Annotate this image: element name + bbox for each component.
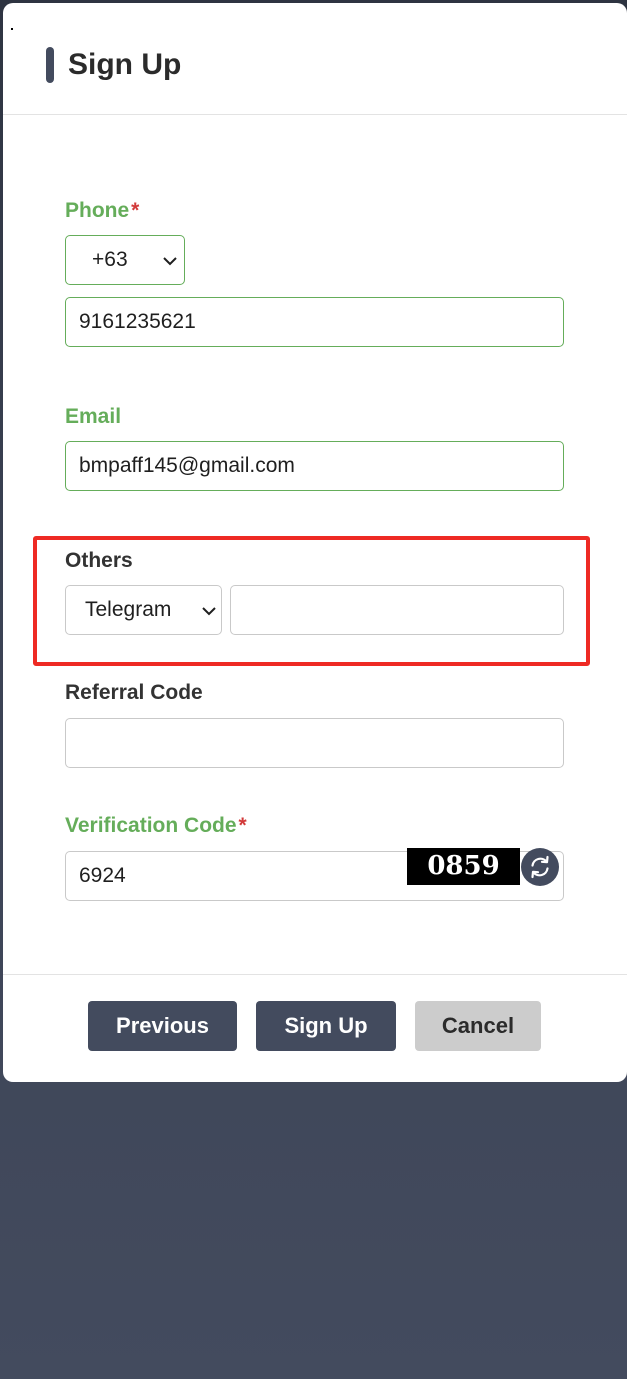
others-type-value: Telegram	[85, 598, 172, 621]
country-code-select[interactable]: +63	[65, 235, 185, 285]
cancel-button[interactable]: Cancel	[415, 1001, 541, 1051]
referral-input[interactable]	[65, 718, 564, 768]
sign-up-button[interactable]: Sign Up	[256, 1001, 396, 1051]
phone-label-text: Phone	[65, 199, 130, 222]
refresh-captcha-button[interactable]	[521, 848, 559, 886]
previous-button[interactable]: Previous	[88, 1001, 237, 1051]
phone-input[interactable]: 9161235621	[65, 297, 564, 347]
verification-label: Verification Code*	[65, 813, 247, 839]
verification-required-mark: *	[238, 814, 247, 837]
captcha-image: 0859	[407, 848, 520, 885]
chevron-down-icon	[163, 257, 177, 266]
signup-dialog: Sign Up Phone* +63 9161235621 Email bmpa…	[3, 3, 627, 1082]
footer-divider	[3, 974, 627, 975]
others-input[interactable]	[230, 585, 564, 635]
others-label: Others	[65, 549, 133, 572]
refresh-icon	[531, 855, 549, 879]
chevron-down-icon	[202, 607, 216, 616]
dialog-header: Sign Up	[3, 3, 627, 115]
dialog-title: Sign Up	[68, 48, 182, 81]
phone-required-mark: *	[131, 199, 140, 222]
others-type-select[interactable]: Telegram	[65, 585, 222, 635]
country-code-value: +63	[92, 248, 128, 271]
title-accent-bar	[46, 47, 54, 83]
phone-label: Phone*	[65, 198, 139, 224]
referral-label: Referral Code	[65, 681, 203, 704]
email-label: Email	[65, 405, 122, 428]
email-input[interactable]: bmpaff145@gmail.com	[65, 441, 564, 491]
verification-label-text: Verification Code	[65, 814, 237, 837]
